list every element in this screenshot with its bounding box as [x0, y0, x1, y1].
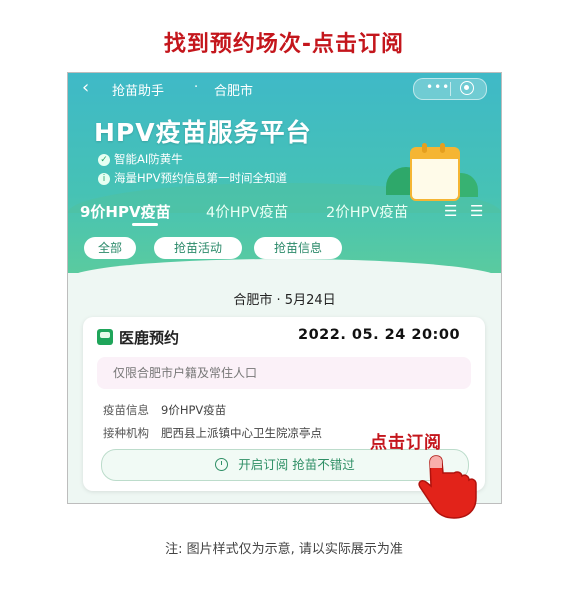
menu-icon[interactable]: ☰ — [444, 202, 457, 220]
filter-info[interactable]: 抢苗信息 — [254, 237, 342, 259]
vaccine-info-value: 9价HPV疫苗 — [161, 403, 227, 417]
date-heading: 合肥市 · 5月24日 — [68, 289, 501, 308]
vaccine-info-label: 疫苗信息 — [103, 403, 149, 417]
vaccine-tabs: 9价HPV疫苗 4价HPV疫苗 2价HPV疫苗 ☰ ☰ — [68, 197, 501, 226]
date-value: 5月24日 — [284, 293, 336, 308]
date-dot: · — [276, 293, 281, 308]
miniprogram-capsule: ••• — [413, 78, 487, 100]
feature-item: ✓ 智能AI防黄牛 — [98, 151, 183, 167]
capsule-divider — [450, 82, 451, 96]
nav-city[interactable]: 合肥市 — [214, 80, 253, 99]
back-chevron-icon[interactable]: ‹ — [82, 77, 89, 98]
tab-9valent[interactable]: 9价HPV疫苗 — [80, 201, 171, 222]
hero-banner: ‹ 抢苗助手 · 合肥市 ••• HPV疫苗服务平台 ✓ 智能AI防黄牛 i 海量H… — [68, 73, 501, 281]
date-city: 合肥市 — [233, 293, 273, 308]
shield-icon: ✓ — [98, 153, 110, 166]
provider-name: 医鹿预约 — [119, 329, 180, 347]
filter-activity[interactable]: 抢苗活动 — [154, 237, 242, 259]
institution-label: 接种机构 — [103, 426, 149, 440]
disclaimer-note: 注: 图片样式仅为示意, 请以实际展示为准 — [165, 542, 403, 557]
institution-value: 肥西县上派镇中心卫生院凉亭点 — [161, 426, 322, 440]
subscribe-button-label: 开启订阅 抢苗不错过 — [238, 457, 355, 472]
feature-text: 智能AI防黄牛 — [114, 152, 183, 166]
pointing-hand-icon — [418, 455, 477, 519]
calendar-ring — [422, 143, 427, 153]
platform-title: HPV疫苗服务平台 — [94, 118, 312, 147]
vaccine-info-row: 疫苗信息 9价HPV疫苗 — [103, 402, 226, 418]
eligibility-notice: 仅限合肥市户籍及常住人口 — [97, 357, 471, 389]
tab-2valent[interactable]: 2价HPV疫苗 — [326, 201, 408, 222]
menu-icon[interactable]: ☰ — [470, 202, 483, 220]
tab-4valent[interactable]: 4价HPV疫苗 — [206, 201, 288, 222]
active-tab-indicator — [132, 223, 158, 226]
close-target-icon[interactable] — [460, 81, 474, 95]
top-nav-bar: ‹ 抢苗助手 · 合肥市 ••• — [68, 73, 501, 103]
calendar-illustration — [410, 143, 460, 201]
provider-logo-icon — [97, 329, 113, 345]
calendar-ring — [440, 143, 445, 153]
alarm-clock-icon — [215, 458, 229, 471]
filter-all[interactable]: 全部 — [84, 237, 136, 259]
hero-bottom-wave — [68, 259, 501, 281]
click-subscribe-callout: 点击订阅 — [370, 433, 442, 453]
more-dots-icon[interactable]: ••• — [426, 80, 450, 94]
page-headline: 找到预约场次-点击订阅 — [163, 32, 405, 57]
appointment-datetime: 2022. 05. 24 20:00 — [298, 327, 461, 343]
nav-separator: · — [194, 80, 199, 95]
institution-row: 接种机构 肥西县上派镇中心卫生院凉亭点 — [103, 425, 322, 441]
nav-title: 抢苗助手 — [112, 84, 165, 99]
info-icon: i — [98, 172, 110, 185]
